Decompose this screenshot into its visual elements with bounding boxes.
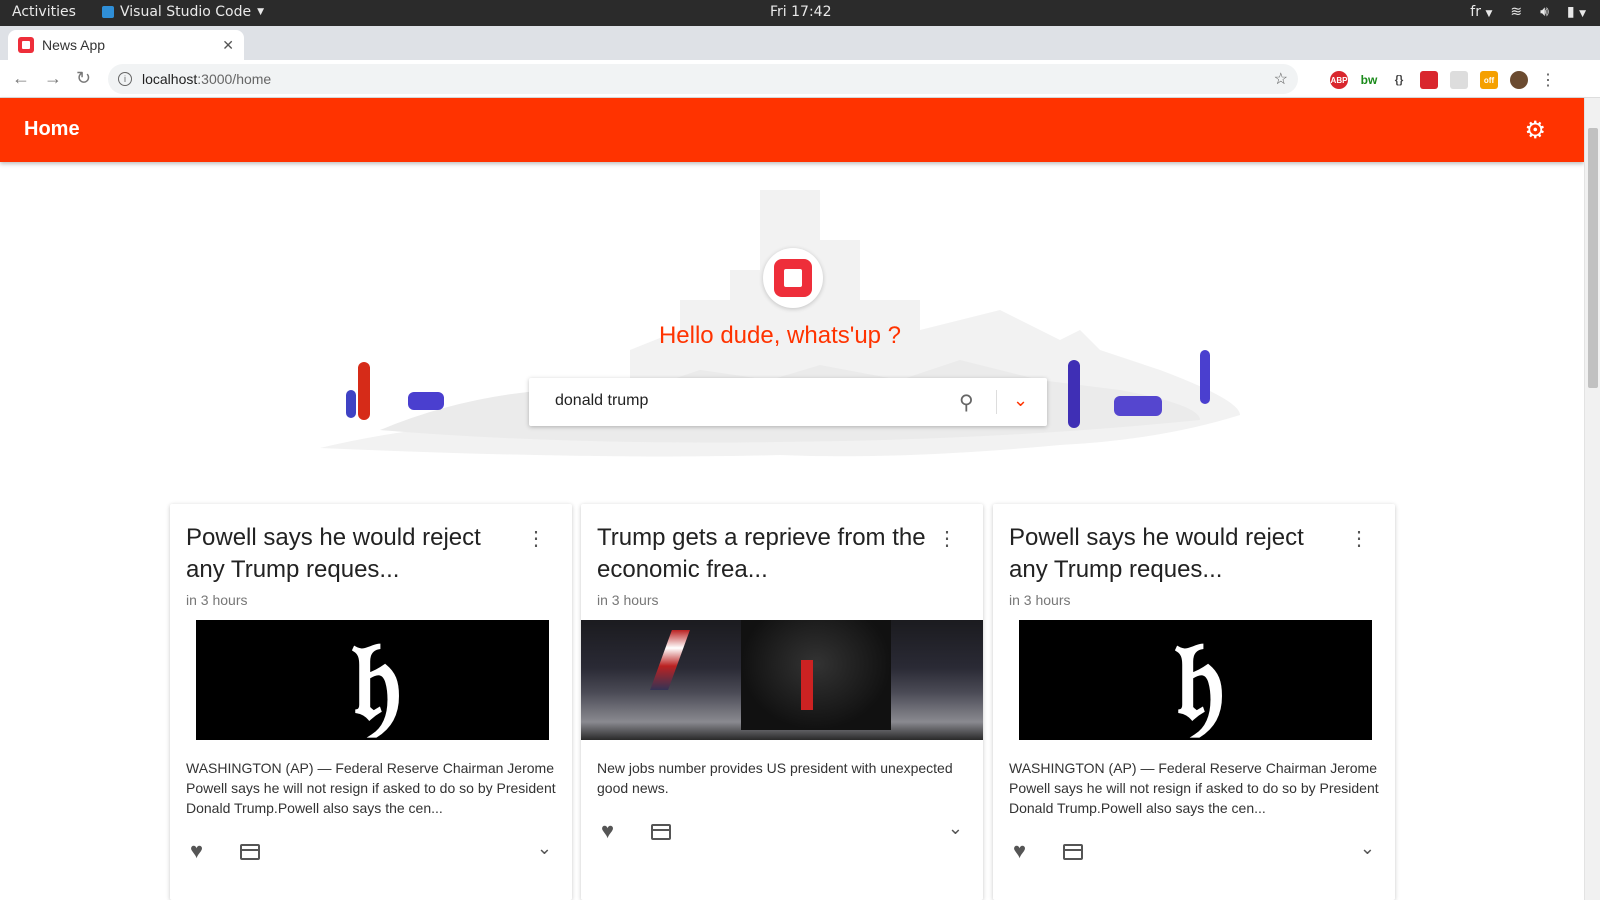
tab-title: News App <box>42 37 106 53</box>
news-card[interactable]: Powell says he would reject any Trump re… <box>170 504 572 900</box>
favorite-heart-icon[interactable]: ♥ <box>190 838 203 864</box>
adblock-icon[interactable]: ABP <box>1330 71 1348 89</box>
json-extension-icon[interactable]: {} <box>1390 71 1408 89</box>
open-article-icon[interactable] <box>240 844 260 860</box>
bookmark-star-icon[interactable]: ☆ <box>1274 69 1288 89</box>
card-image-newspaper-logo[interactable]: 𝔥 <box>1019 620 1372 740</box>
address-bar[interactable]: i localhost:3000/home ☆ <box>108 64 1298 94</box>
woman-figure-illustration <box>358 362 370 420</box>
off-extension-icon[interactable]: off <box>1480 71 1498 89</box>
news-card[interactable]: Trump gets a reprieve from the economic … <box>581 504 983 900</box>
browser-tab-strip: News App ✕ + <box>0 26 1600 81</box>
search-input[interactable]: donald trump <box>555 392 648 410</box>
expand-chevron-icon[interactable]: ⌄ <box>537 838 552 859</box>
browser-menu-icon[interactable]: ⋮ <box>1540 70 1556 90</box>
red-tie-shape <box>801 660 813 710</box>
card-title[interactable]: Powell says he would reject any Trump re… <box>186 522 516 586</box>
hero-section: Hello dude, whats'up ? donald trump ⚲ ⌄ <box>300 180 1260 480</box>
card-image-newspaper-logo[interactable]: 𝔥 <box>196 620 549 740</box>
profile-avatar[interactable] <box>1510 71 1528 89</box>
chevron-down-icon[interactable]: ⌄ <box>1013 390 1028 411</box>
forward-icon[interactable]: → <box>44 68 62 89</box>
caret-down-icon: ▼ <box>1485 9 1493 19</box>
man-standing-illustration <box>1068 360 1080 428</box>
more-vert-icon[interactable]: ⋮ <box>937 526 957 551</box>
child-figure-illustration <box>346 390 356 418</box>
person-shape <box>741 620 891 730</box>
search-box[interactable]: donald trump ⚲ ⌄ <box>529 378 1047 426</box>
couple-sitting-illustration <box>1114 396 1162 416</box>
back-icon[interactable]: ← <box>12 68 30 89</box>
volume-icon[interactable]: 🔊︎ <box>1540 4 1549 20</box>
search-divider <box>996 390 997 414</box>
more-vert-icon[interactable]: ⋮ <box>1349 526 1369 551</box>
expand-chevron-icon[interactable]: ⌄ <box>948 818 963 839</box>
extensions-bar: ABP bw {} off ⋮ <box>1330 70 1556 90</box>
search-icon[interactable]: ⚲ <box>959 390 974 415</box>
app-header: Home ⚙ <box>0 98 1584 162</box>
flag-shape <box>650 630 690 690</box>
browser-tab[interactable]: News App ✕ <box>8 30 244 60</box>
cyclist-illustration <box>1200 350 1210 404</box>
os-top-bar: Activities Visual Studio Code ▼ Fri 17:4… <box>0 0 1600 26</box>
card-title[interactable]: Powell says he would reject any Trump re… <box>1009 522 1339 586</box>
card-time: in 3 hours <box>597 592 659 608</box>
app-menu[interactable]: Visual Studio Code ▼ <box>102 4 264 20</box>
reload-icon[interactable]: ↻ <box>76 68 91 89</box>
app-menu-label: Visual Studio Code <box>120 4 252 20</box>
grey-extension-icon[interactable] <box>1450 71 1468 89</box>
news-app-favicon <box>18 37 34 53</box>
system-tray: fr ▼ ≋ 🔊︎ ▮ ▼ <box>1470 4 1586 20</box>
wifi-icon[interactable]: ≋ <box>1510 4 1522 20</box>
card-time: in 3 hours <box>1009 592 1071 608</box>
battery-icon[interactable]: ▮ ▼ <box>1567 4 1586 20</box>
url-host: localhost <box>142 71 198 87</box>
vscode-icon <box>102 6 114 18</box>
greeting-text: Hello dude, whats'up ? <box>658 322 902 349</box>
expand-chevron-icon[interactable]: ⌄ <box>1360 838 1375 859</box>
card-image-photo[interactable] <box>581 620 983 740</box>
scrollbar-thumb[interactable] <box>1588 128 1598 388</box>
card-time: in 3 hours <box>186 592 248 608</box>
card-description: WASHINGTON (AP) — Federal Reserve Chairm… <box>186 760 556 816</box>
open-article-icon[interactable] <box>1063 844 1083 860</box>
browser-toolbar: ← → ↻ i localhost:3000/home ☆ ABP bw {} … <box>0 60 1600 98</box>
news-app-logo <box>763 248 823 308</box>
newspaper-logo-glyph: 𝔥 <box>1174 620 1224 740</box>
news-card[interactable]: Powell says he would reject any Trump re… <box>993 504 1395 900</box>
clock[interactable]: Fri 17:42 <box>770 4 831 20</box>
site-info-icon[interactable]: i <box>118 72 132 86</box>
favorite-heart-icon[interactable]: ♥ <box>1013 838 1026 864</box>
language-indicator[interactable]: fr ▼ <box>1470 4 1492 20</box>
caret-down-icon: ▼ <box>1579 9 1586 19</box>
favorite-heart-icon[interactable]: ♥ <box>601 818 614 844</box>
sitting-people-illustration <box>408 392 444 410</box>
open-article-icon[interactable] <box>651 824 671 840</box>
card-description: WASHINGTON (AP) — Federal Reserve Chairm… <box>1009 760 1379 816</box>
news-logo-icon <box>774 259 812 297</box>
more-vert-icon[interactable]: ⋮ <box>526 526 546 551</box>
page-scrollbar[interactable] <box>1584 98 1600 900</box>
card-title[interactable]: Trump gets a reprieve from the economic … <box>597 522 927 586</box>
page-title: Home <box>24 118 80 140</box>
red-extension-icon[interactable] <box>1420 71 1438 89</box>
activities-button[interactable]: Activities <box>12 4 76 20</box>
close-tab-icon[interactable]: ✕ <box>222 37 234 54</box>
card-actions: ♥ ⌄ <box>190 838 552 868</box>
language-label: fr <box>1470 4 1481 20</box>
settings-gear-icon[interactable]: ⚙ <box>1524 116 1546 145</box>
caret-down-icon: ▼ <box>257 7 265 17</box>
card-description: New jobs number provides US president wi… <box>597 760 953 796</box>
card-actions: ♥ ⌄ <box>601 818 963 848</box>
url-path: :3000/home <box>197 71 272 87</box>
card-actions: ♥ ⌄ <box>1013 838 1375 868</box>
newspaper-logo-glyph: 𝔥 <box>351 620 401 740</box>
bw-extension-icon[interactable]: bw <box>1360 71 1378 89</box>
